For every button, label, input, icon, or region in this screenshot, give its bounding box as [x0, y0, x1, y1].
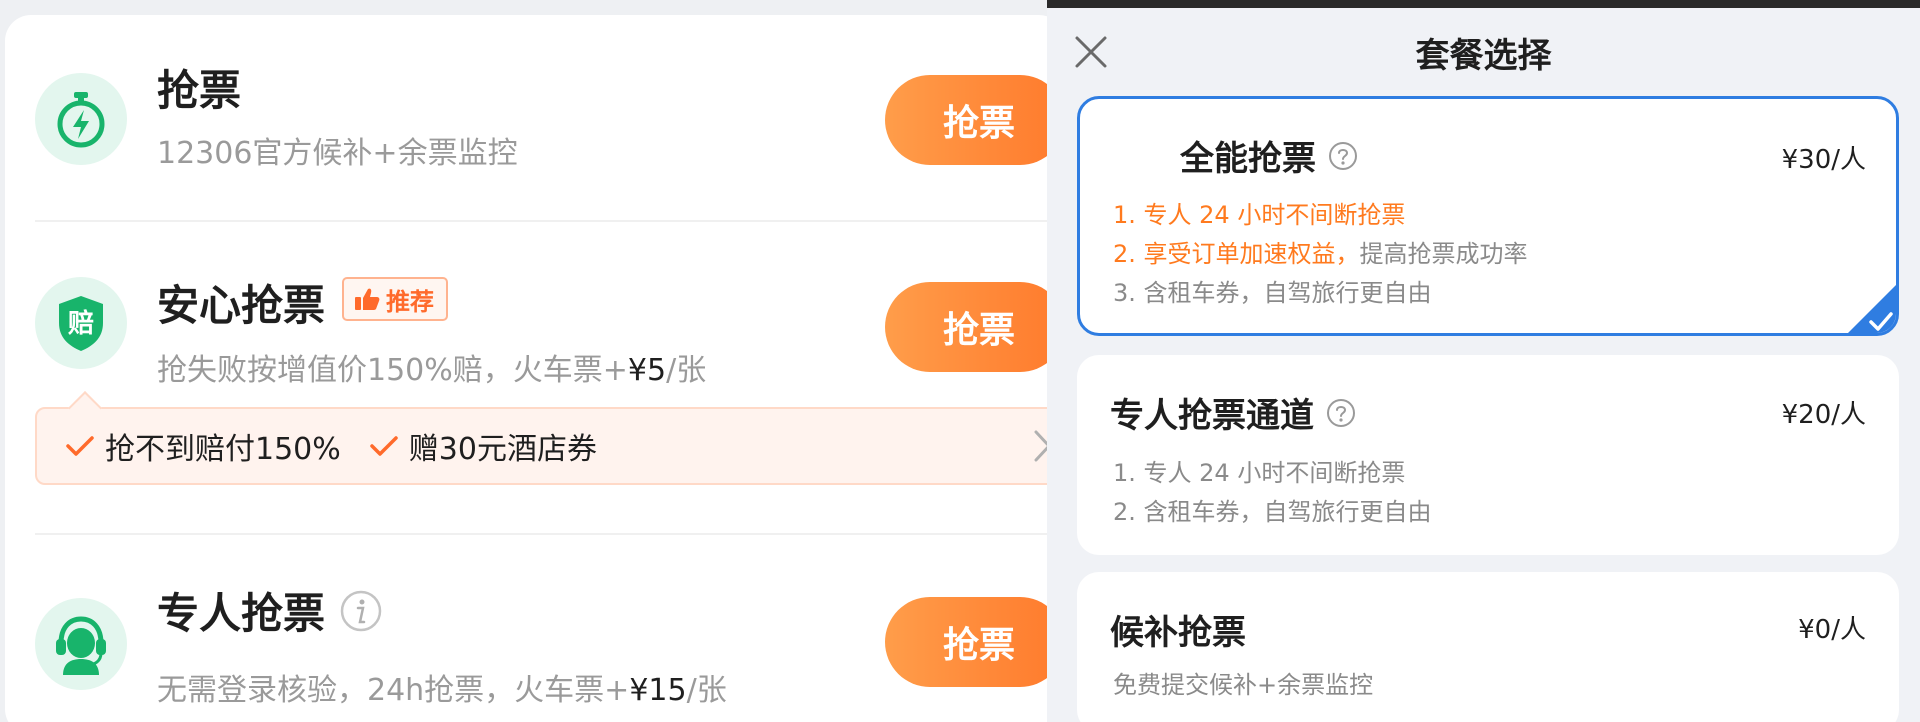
plan-name-text: 专人抢票通道 — [1110, 396, 1314, 436]
plan-name: 候补抢票 — [1110, 613, 1246, 653]
plan-feature: 2. 含租车券，自驾旅行更自由 — [1113, 498, 1432, 526]
plan-price: ¥30/人 — [1781, 145, 1866, 175]
package-selection-sheet: 套餐选择 全能抢票 ¥30/人 1. 专人 24 小时不间断抢票 2. 享受订单… — [1047, 0, 1920, 722]
benefit-label: 抢不到赔付150% — [105, 432, 341, 467]
recommend-badge-label: 推荐 — [386, 287, 434, 316]
product-subtitle: 抢失败按增值价150%赔，火车票+¥5/张 — [157, 345, 706, 389]
thumbs-up-icon — [354, 287, 380, 311]
plan-feature: 1. 专人 24 小时不间断抢票 — [1113, 459, 1406, 487]
help-icon[interactable] — [1328, 141, 1358, 171]
plan-card-personal-channel[interactable]: 专人抢票通道 ¥20/人 1. 专人 24 小时不间断抢票 2. 含租车券，自驾… — [1077, 355, 1899, 555]
product-item-personal-grab: 专人抢票 无需登录核验，24h抢票，火车票+¥15/张 抢票 — [5, 535, 1047, 722]
plan-name-text: 全能抢票 — [1180, 139, 1316, 179]
stopwatch-lightning-icon — [35, 73, 127, 165]
benefit-label: 赠30元酒店券 — [408, 432, 597, 467]
product-title-text: 专人抢票 — [157, 589, 326, 638]
product-title: 专人抢票 — [157, 580, 383, 641]
check-icon — [369, 434, 399, 458]
product-subtitle: 12306官方候补+余票监控 — [157, 136, 518, 171]
check-icon — [65, 434, 95, 458]
recommend-badge: 推荐 — [342, 277, 448, 321]
plan-feature: 免费提交候补+余票监控 — [1113, 671, 1374, 699]
sheet-title: 套餐选择 — [1415, 36, 1552, 76]
info-icon[interactable] — [339, 589, 383, 633]
plan-card-waitlist[interactable]: 候补抢票 ¥0/人 免费提交候补+余票监控 — [1077, 572, 1899, 722]
benefit-item: 抢不到赔付150% — [65, 424, 341, 468]
subtitle-unit: /张 — [686, 673, 727, 708]
product-list-card: 抢票 12306官方候补+余票监控 抢票 赔 安心抢票 推荐 抢失败按增值价15… — [5, 15, 1047, 722]
compensation-shield-icon: 赔 — [35, 277, 127, 369]
benefits-banner[interactable]: 抢不到赔付150% 赠30元酒店券 — [35, 407, 1047, 485]
subtitle-text: 抢失败按增值价150%赔，火车票+ — [157, 353, 628, 388]
grab-ticket-button[interactable]: 抢票 — [885, 75, 1047, 165]
selected-check-icon — [1845, 282, 1896, 333]
product-subtitle: 无需登录核验，24h抢票，火车票+¥15/张 — [157, 665, 727, 709]
grab-ticket-button[interactable]: 抢票 — [885, 282, 1047, 372]
plan-card-all-round[interactable]: 全能抢票 ¥30/人 1. 专人 24 小时不间断抢票 2. 享受订单加速权益，… — [1077, 96, 1899, 336]
product-title: 安心抢票 — [157, 281, 326, 330]
subtitle-price: ¥5 — [627, 353, 667, 388]
subtitle-price: ¥15 — [629, 673, 687, 708]
subtitle-text: 无需登录核验，24h抢票，火车票+ — [157, 673, 630, 708]
product-title: 抢票 — [157, 66, 242, 115]
plan-feature-highlight: 2. 享受订单加速权益， — [1113, 240, 1360, 268]
svg-text:赔: 赔 — [68, 309, 94, 339]
subtitle-unit: /张 — [666, 353, 707, 388]
grab-ticket-button[interactable]: 抢票 — [885, 597, 1047, 687]
plan-feature: 1. 专人 24 小时不间断抢票 — [1113, 201, 1406, 229]
product-list-panel: 抢票 12306官方候补+余票监控 抢票 赔 安心抢票 推荐 抢失败按增值价15… — [0, 0, 1047, 722]
plan-name: 专人抢票通道 — [1110, 388, 1356, 437]
plan-price: ¥0/人 — [1798, 615, 1866, 645]
plan-feature: 2. 享受订单加速权益，提高抢票成功率 — [1113, 234, 1528, 269]
help-icon[interactable] — [1326, 398, 1356, 428]
plan-feature: 3. 含租车券，自驾旅行更自由 — [1113, 279, 1432, 307]
customer-service-headset-icon — [35, 598, 127, 690]
chevron-right-icon — [1033, 429, 1047, 467]
plan-feature-rest: 提高抢票成功率 — [1359, 240, 1528, 268]
plan-price: ¥20/人 — [1781, 400, 1866, 430]
benefit-item: 赠30元酒店券 — [369, 424, 597, 468]
product-item-grab: 抢票 12306官方候补+余票监控 抢票 — [5, 15, 1047, 220]
plan-name: 全能抢票 — [1180, 131, 1358, 180]
